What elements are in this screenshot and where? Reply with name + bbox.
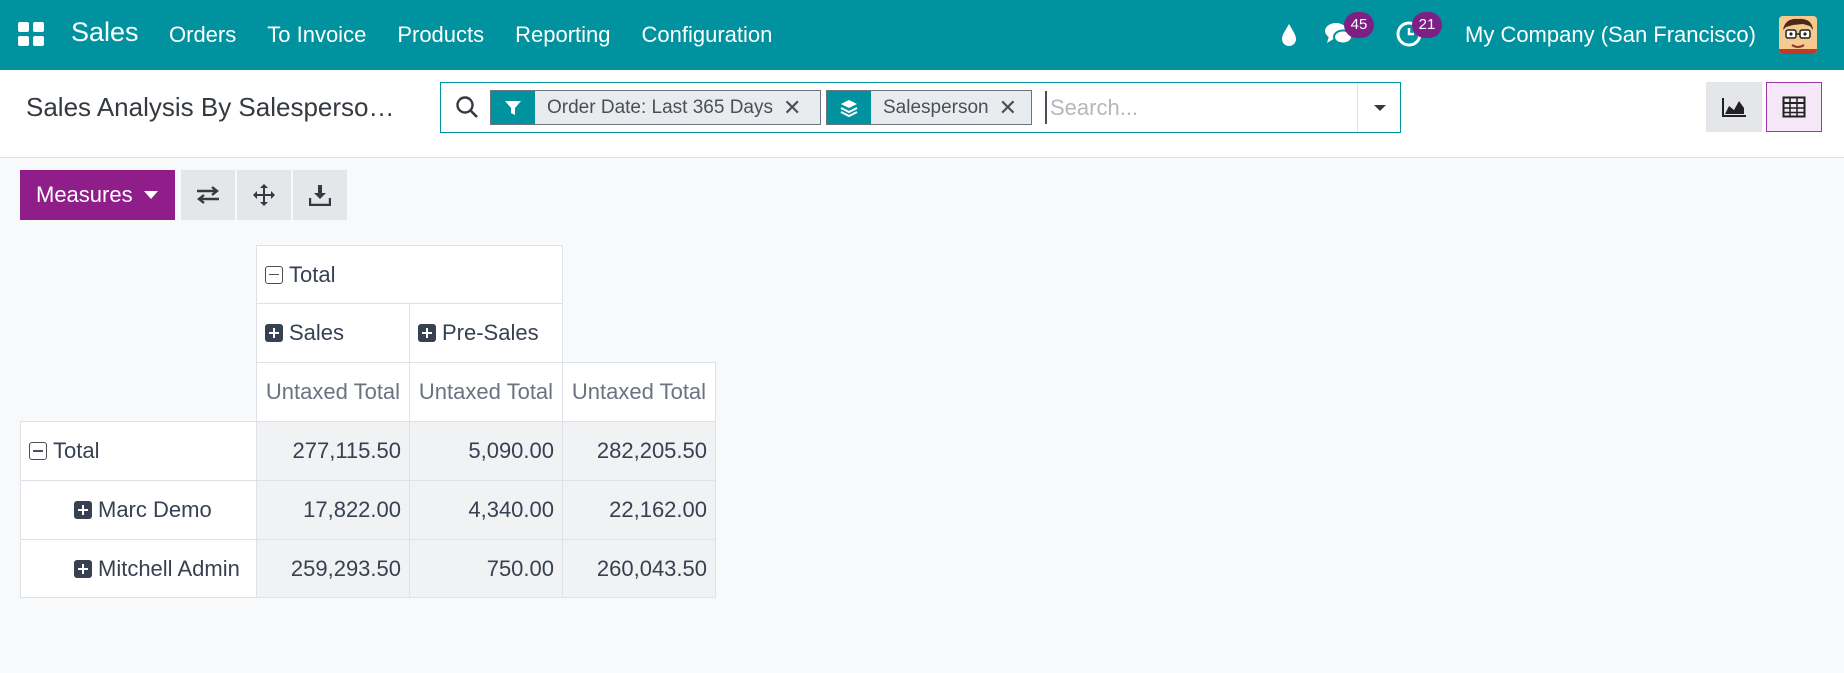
expand-icon [265,324,283,342]
main-menu: Orders To Invoice Products Reporting Con… [169,22,803,48]
pivot-cell[interactable]: 282,205.50 [562,421,716,481]
apps-menu-icon[interactable] [18,22,44,46]
search-icon[interactable] [455,95,479,124]
expand-icon [418,324,436,342]
activities-badge: 21 [1412,12,1442,38]
user-avatar[interactable] [1779,16,1817,54]
col-header-sales[interactable]: Sales [256,303,410,363]
measure-header[interactable]: Untaxed Total [562,362,716,422]
layers-icon [827,91,871,124]
exchange-icon [197,186,219,204]
row-header-marc-demo[interactable]: Marc Demo [20,480,257,540]
pivot-cell[interactable]: 260,043.50 [562,539,716,598]
filter-icon [491,91,535,124]
row-header-mitchell-admin[interactable]: Mitchell Admin [20,539,257,598]
drop-icon[interactable] [1279,22,1299,53]
col-header-label: Sales [289,320,345,345]
pivot-cell[interactable]: 17,822.00 [256,480,410,540]
menu-orders[interactable]: Orders [169,22,236,48]
measure-header[interactable]: Untaxed Total [256,362,410,422]
download-icon [309,185,331,206]
pivot-cell[interactable]: 22,162.00 [562,480,716,540]
company-switcher[interactable]: My Company (San Francisco) [1465,22,1756,48]
facet-label: Order Date: Last 365 Days [547,96,773,118]
remove-facet-icon[interactable]: ✕ [783,91,809,124]
app-name[interactable]: Sales [71,17,139,48]
row-header-label: Marc Demo [98,497,212,522]
row-header-label: Mitchell Admin [98,555,240,581]
pivot-view-button[interactable] [1766,82,1822,132]
facet-salesperson: Salesperson ✕ [826,90,1032,125]
col-header-label: Pre-Sales [442,320,539,345]
menu-products[interactable]: Products [397,22,484,48]
collapse-icon [265,265,283,284]
pivot-cell[interactable]: 750.00 [409,539,563,598]
expand-all-button[interactable] [237,170,291,220]
facet-label: Salesperson [883,96,989,118]
expand-icon [74,501,92,519]
remove-facet-icon[interactable]: ✕ [999,91,1025,124]
menu-reporting[interactable]: Reporting [515,22,610,48]
collapse-icon [29,442,47,460]
caret-down-icon [143,191,158,199]
graph-view-button[interactable] [1706,82,1762,132]
search-bar: Order Date: Last 365 Days ✕ Salesperson … [440,82,1401,133]
pivot-cell[interactable]: 259,293.50 [256,539,410,598]
measure-header[interactable]: Untaxed Total [409,362,563,422]
area-chart-icon [1722,98,1746,117]
menu-to-invoice[interactable]: To Invoice [267,22,366,48]
measures-label: Measures [36,182,133,207]
col-header-total[interactable]: Total [256,245,563,304]
download-button[interactable] [293,170,347,220]
arrows-icon [253,184,275,206]
expand-icon [74,559,92,578]
col-header-pre-sales[interactable]: Pre-Sales [409,303,563,363]
row-header-label: Total [53,438,100,463]
flip-axis-button[interactable] [181,170,235,220]
pivot-cell[interactable]: 277,115.50 [256,421,410,481]
row-header-total[interactable]: Total [20,421,257,481]
top-navbar: Sales Orders To Invoice Products Reporti… [0,0,1844,70]
control-panel: Sales Analysis By Salesperso… Order Date… [0,70,1844,158]
pivot-cell[interactable]: 4,340.00 [409,480,563,540]
caret-down-icon [1373,104,1386,111]
messages-badge: 45 [1344,12,1374,38]
measures-button[interactable]: Measures [20,170,175,220]
pivot-cell[interactable]: 5,090.00 [409,421,563,481]
page-title: Sales Analysis By Salesperso… [26,92,395,122]
menu-configuration[interactable]: Configuration [642,22,773,48]
table-icon [1782,96,1806,118]
facet-order-date: Order Date: Last 365 Days ✕ [490,90,821,125]
col-header-label: Total [289,261,336,287]
search-options-toggle[interactable] [1357,83,1401,132]
search-input[interactable] [1045,91,1345,124]
